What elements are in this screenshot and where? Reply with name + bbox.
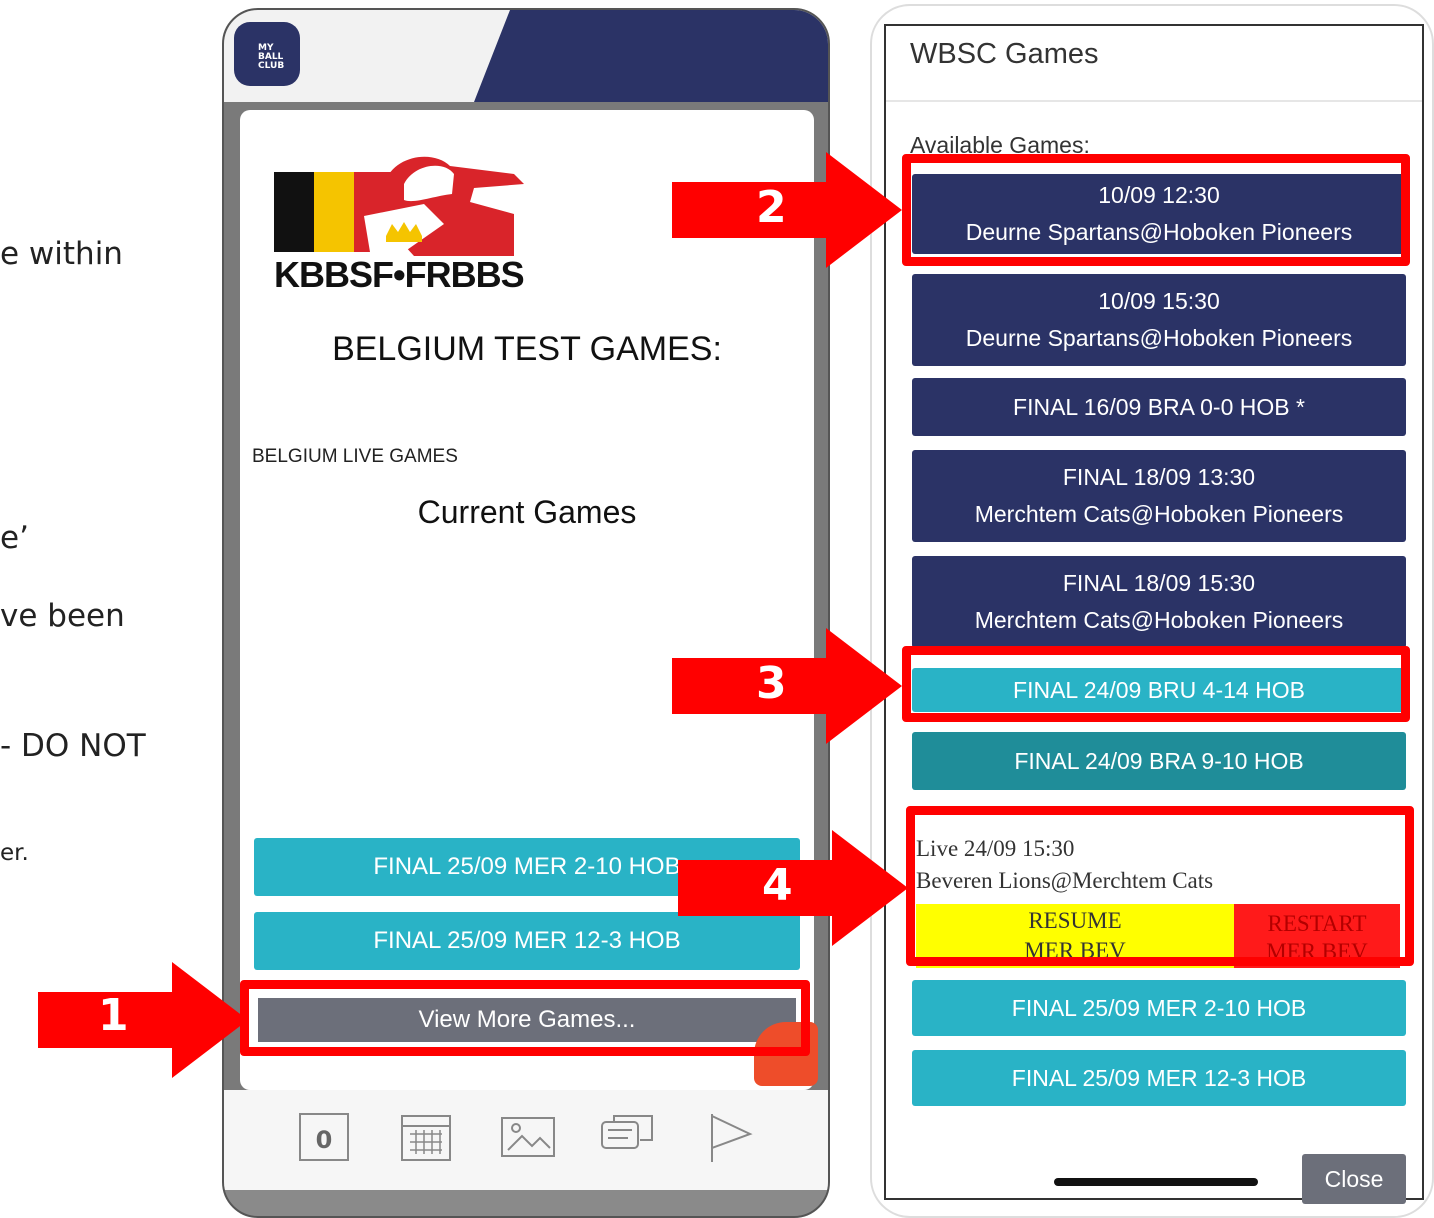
- section-label: BELGIUM LIVE GAMES: [252, 446, 458, 467]
- home-indicator: [1054, 1178, 1258, 1186]
- arrow-number: 3: [756, 658, 787, 709]
- page-title: BELGIUM TEST GAMES:: [332, 330, 722, 368]
- modal-title: WBSC Games: [910, 38, 1099, 70]
- image-icon[interactable]: [500, 1108, 556, 1164]
- kbbsf-logo-text: KBBSF•FRBBS: [274, 254, 525, 295]
- arrow-number: 1: [98, 990, 129, 1041]
- arrow-icon: [38, 962, 248, 1078]
- game-result: FINAL 24/09 BRA 9-10 HOB: [1014, 747, 1304, 774]
- game-result: FINAL 25/09 MER 2-10 HOB: [1011, 994, 1307, 1021]
- counter-icon[interactable]: 0: [296, 1108, 352, 1164]
- slide-text-fragment: - DO NOT: [0, 728, 146, 764]
- slide-text-fragment: ve been: [0, 598, 125, 634]
- phone-bottom-bezel: [224, 1190, 828, 1216]
- tab-bar: 0: [224, 1090, 828, 1190]
- close-button[interactable]: Close: [1302, 1154, 1406, 1204]
- slide-text-fragment: er.: [0, 840, 29, 866]
- highlight-box: [240, 980, 810, 1056]
- game-button[interactable]: FINAL 18/09 15:30 Merchtem Cats@Hoboken …: [912, 556, 1406, 648]
- game-button[interactable]: FINAL 25/09 MER 12-3 HOB: [912, 1050, 1406, 1106]
- arrow-number: 4: [762, 860, 793, 911]
- game-teams: Deurne Spartans@Hoboken Pioneers: [965, 325, 1353, 351]
- app-header: MY BALL CLUB: [224, 10, 828, 102]
- arrow-icon: [678, 830, 908, 946]
- game-teams: Merchtem Cats@Hoboken Pioneers: [974, 501, 1344, 527]
- game-time: 10/09 15:30: [1098, 288, 1220, 314]
- game-time: FINAL 18/09 13:30: [1062, 464, 1256, 490]
- flag-icon[interactable]: [700, 1108, 756, 1164]
- game-result: FINAL 16/09 BRA 0-0 HOB *: [1013, 393, 1305, 420]
- my-ball-club-logo[interactable]: MY BALL CLUB: [234, 22, 300, 86]
- arrow-icon: [672, 628, 902, 744]
- game-teams: Merchtem Cats@Hoboken Pioneers: [974, 607, 1344, 633]
- slide-text-fragment: e within: [0, 236, 123, 272]
- arrow-icon: [672, 152, 902, 268]
- game-button[interactable]: FINAL 18/09 13:30 Merchtem Cats@Hoboken …: [912, 450, 1406, 542]
- highlight-box: [906, 806, 1414, 966]
- highlight-box: [902, 646, 1410, 722]
- highlight-box: [902, 154, 1410, 266]
- game-button[interactable]: FINAL 24/09 BRA 9-10 HOB: [912, 732, 1406, 790]
- arrow-number: 2: [756, 182, 787, 233]
- current-games-heading: Current Games: [417, 494, 637, 530]
- game-button[interactable]: FINAL 25/09 MER 2-10 HOB: [912, 980, 1406, 1036]
- divider: [886, 100, 1422, 102]
- slide-text-fragment: e’: [0, 520, 29, 556]
- game-result: FINAL 25/09 MER 12-3 HOB: [1011, 1064, 1307, 1091]
- chat-icon[interactable]: [600, 1108, 656, 1164]
- calendar-icon[interactable]: [398, 1108, 454, 1164]
- counter-value: 0: [316, 1126, 333, 1154]
- game-button[interactable]: FINAL 16/09 BRA 0-0 HOB *: [912, 378, 1406, 436]
- header-banner: [474, 10, 828, 102]
- game-button[interactable]: 10/09 15:30 Deurne Spartans@Hoboken Pion…: [912, 274, 1406, 366]
- game-time: FINAL 18/09 15:30: [1062, 570, 1256, 596]
